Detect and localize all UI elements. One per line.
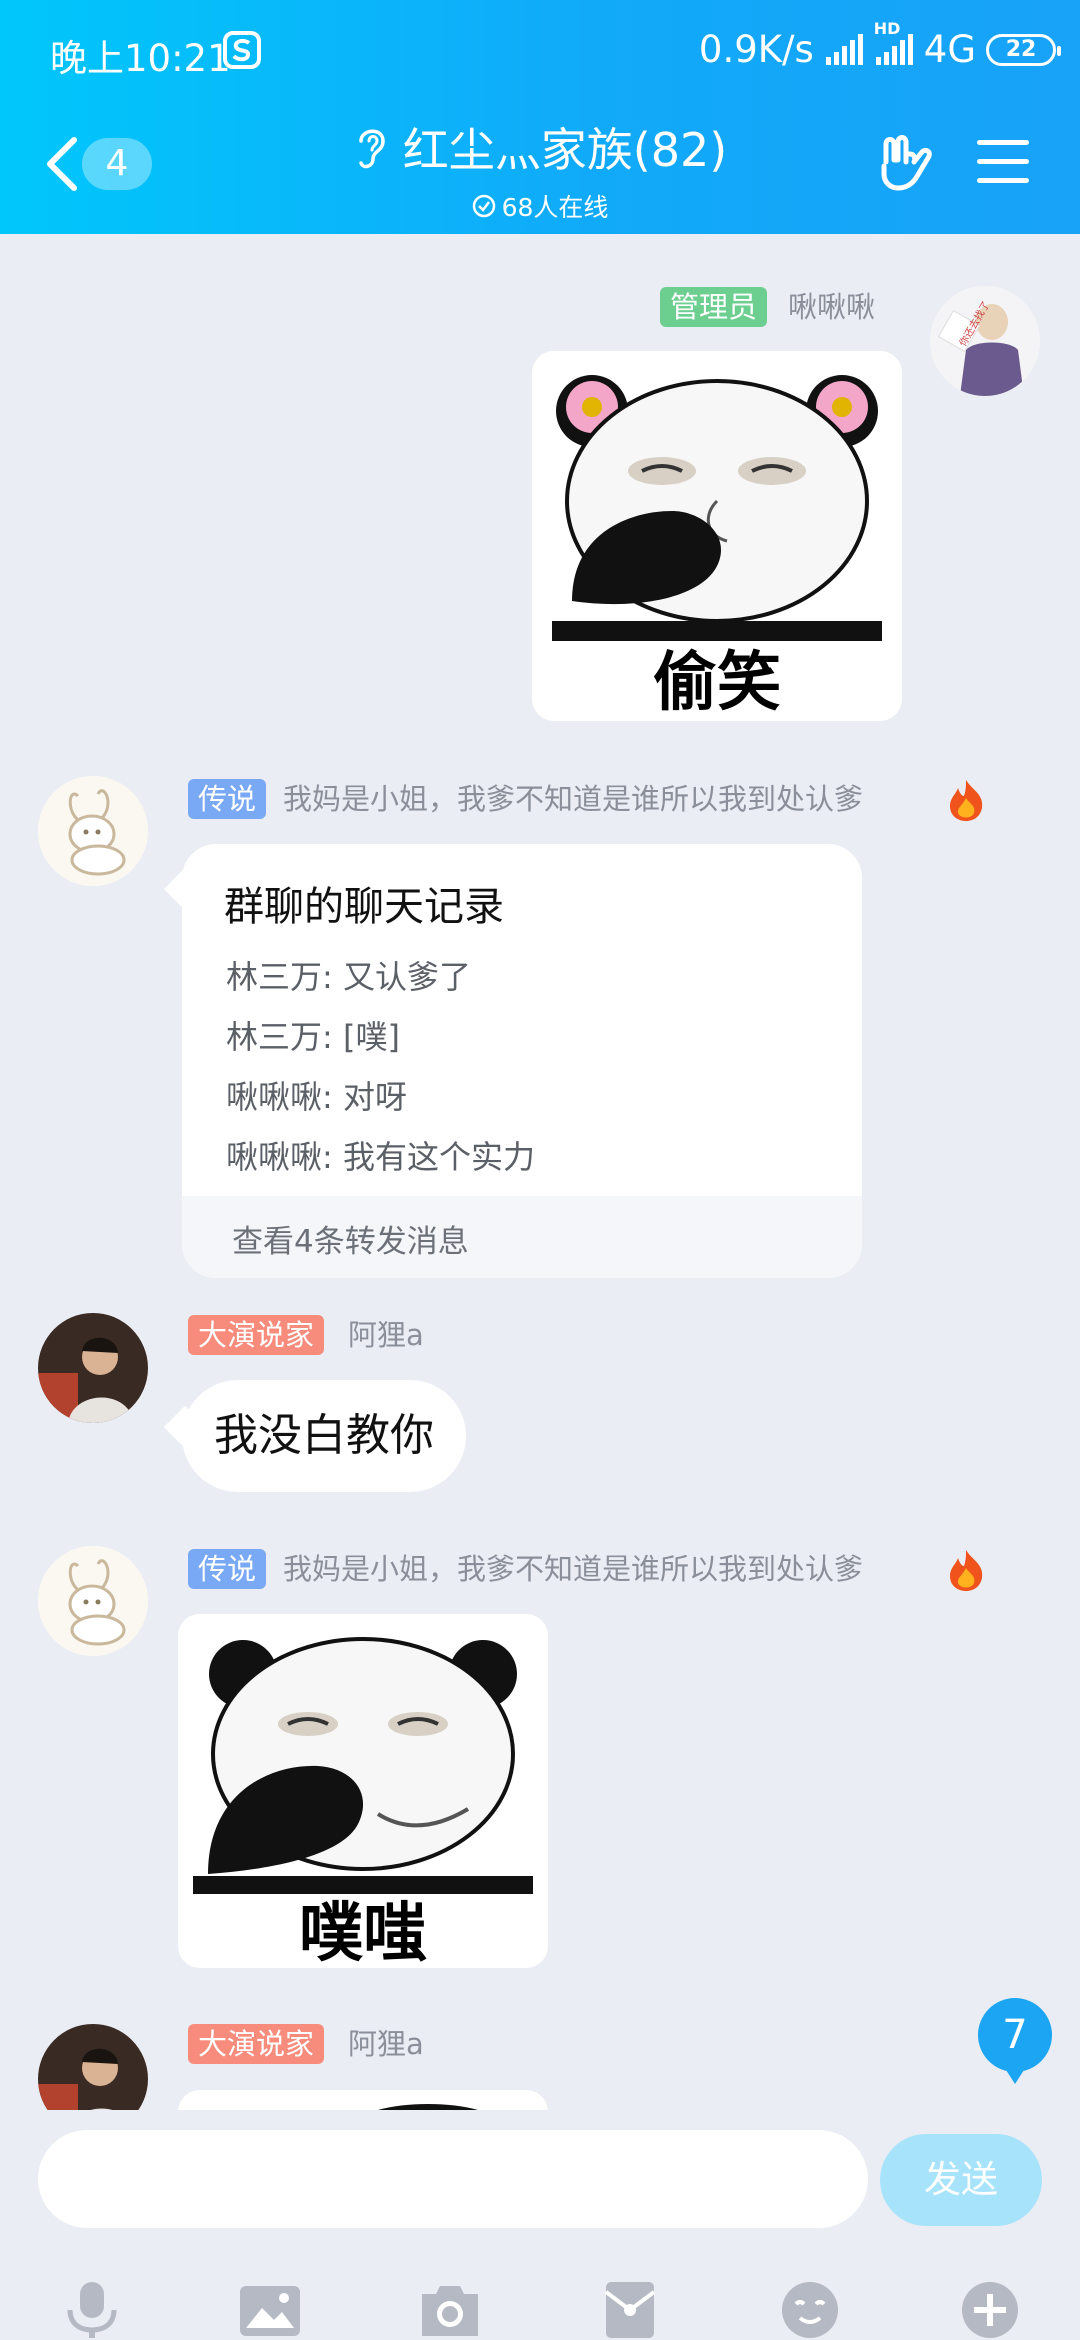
camera-icon[interactable]: [418, 2280, 482, 2340]
composer-bar: 发送: [0, 2110, 1080, 2340]
view-forwarded-link: 查看4条转发消息: [232, 1224, 469, 1260]
person-avatar-image: [38, 2024, 148, 2110]
sender-name[interactable]: 啾啾啾: [788, 287, 875, 327]
plus-icon[interactable]: [958, 2280, 1022, 2340]
partial-message: 大演说家 阿狸a: [0, 2010, 1080, 2110]
sender-name[interactable]: 阿狸a: [348, 1315, 424, 1355]
avatar-image: 你还去找了: [930, 286, 1040, 396]
new-messages-badge[interactable]: 7: [978, 1998, 1052, 2084]
online-count: 68人在线: [501, 193, 609, 222]
rabbit-avatar-image: [38, 1546, 148, 1656]
forward-card-title: 群聊的聊天记录: [224, 884, 504, 930]
sticker-caption: 偷笑: [653, 646, 781, 720]
avatar[interactable]: [38, 776, 148, 886]
network-speed: 0.9K/s: [698, 28, 814, 71]
sticker-caption: 噗嗤: [299, 1897, 427, 1968]
text-message[interactable]: 我没白教你: [182, 1380, 466, 1492]
group-name: 红尘灬家族(82): [402, 123, 728, 177]
sticker-image[interactable]: [178, 2090, 548, 2110]
fire-icon: [950, 1550, 983, 1591]
send-button[interactable]: 发送: [880, 2134, 1042, 2226]
mic-icon[interactable]: [60, 2280, 124, 2340]
forward-line: 啾啾啾: 我有这个实力: [226, 1138, 535, 1176]
person-avatar-image: [38, 1313, 148, 1423]
sender-name[interactable]: 我妈是小姐，我爹不知道是谁所以我到处认爹: [283, 1549, 863, 1589]
avatar[interactable]: [38, 1313, 148, 1423]
panda-giggle-sticker: [532, 351, 902, 641]
sogou-icon: [223, 31, 261, 69]
online-check-icon: [472, 194, 495, 218]
emoji-icon[interactable]: [778, 2280, 842, 2340]
panda-snicker-sticker: [178, 1614, 548, 1894]
sticker-preview: [378, 2104, 478, 2110]
status-bar: 晚上10:21 0.9K/s HD 4G 22: [0, 0, 1080, 100]
network-type: 4G: [923, 28, 976, 71]
battery-icon: 22: [986, 33, 1061, 66]
signal-icon: [825, 33, 863, 65]
role-tag: 管理员: [660, 287, 768, 327]
forward-line: 啾啾啾: 对呀: [226, 1078, 407, 1116]
status-time: 晚上10:21: [50, 37, 231, 80]
forward-line: 林三万: [噗]: [226, 1018, 400, 1056]
sticker-image[interactable]: 噗嗤: [178, 1614, 548, 1968]
ear-icon: [359, 129, 385, 169]
sticker-image[interactable]: 偷笑: [532, 351, 902, 721]
message-input[interactable]: [38, 2130, 868, 2228]
role-tag: 大演说家: [188, 1315, 325, 1355]
sender-name[interactable]: 阿狸a: [348, 2024, 424, 2064]
forward-card-footer[interactable]: 查看4条转发消息: [182, 1196, 862, 1278]
online-status: 68人在线: [472, 188, 609, 224]
image-icon[interactable]: [238, 2280, 302, 2340]
group-title: 红尘灬家族(82): [353, 114, 727, 180]
menu-icon[interactable]: [977, 140, 1029, 186]
avatar[interactable]: [38, 2024, 148, 2110]
role-tag: 大演说家: [188, 2024, 325, 2064]
role-tag: 传说: [188, 779, 267, 819]
signal-hd-icon: HD: [874, 19, 914, 67]
fire-icon: [950, 780, 983, 821]
avatar[interactable]: [38, 1546, 148, 1656]
sender-name[interactable]: 我妈是小姐，我爹不知道是谁所以我到处认爹: [283, 779, 863, 819]
redpacket-icon[interactable]: [598, 2280, 662, 2340]
forwarded-chat-card[interactable]: 群聊的聊天记录 林三万: 又认爹了 林三万: [噗] 啾啾啾: 对呀 啾啾啾: …: [182, 844, 862, 1278]
gesture-hand-icon[interactable]: [876, 132, 936, 192]
avatar[interactable]: 你还去找了: [930, 286, 1040, 396]
forward-line: 林三万: 又认爹了: [226, 958, 471, 996]
role-tag: 传说: [188, 1549, 267, 1589]
rabbit-avatar-image: [38, 776, 148, 886]
status-indicators: 0.9K/s HD 4G 22: [698, 19, 1061, 71]
chat-header: 晚上10:21 0.9K/s HD 4G 22 4 红尘灬家族(82) 68人在…: [0, 0, 1080, 234]
